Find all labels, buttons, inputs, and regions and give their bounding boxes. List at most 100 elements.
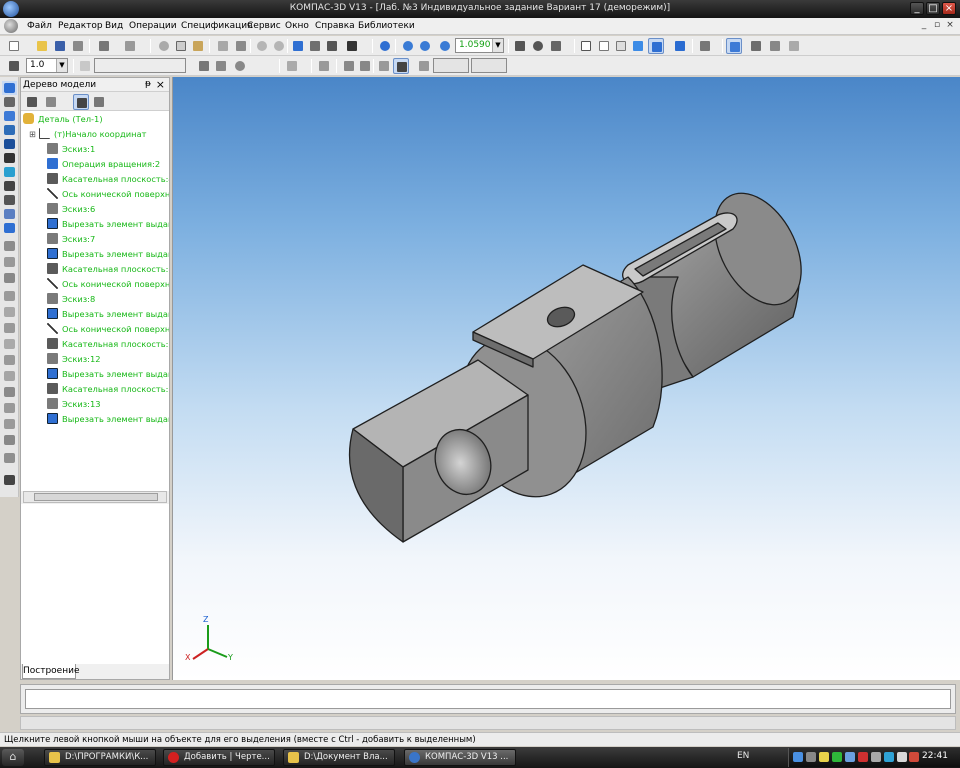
tray-icon[interactable] — [819, 752, 829, 762]
more-tools-icon[interactable] — [2, 473, 17, 487]
task-button[interactable]: D:\ПРОГРАМКИ\К... — [44, 749, 156, 766]
snap-icon[interactable] — [357, 58, 373, 74]
menu-operations[interactable]: Операции — [129, 21, 177, 31]
start-button[interactable]: ⌂ — [2, 749, 24, 766]
tree-item[interactable]: Касательная плоскость:8 — [47, 262, 169, 276]
spec-tool-icon[interactable] — [2, 193, 17, 207]
sketch-icon[interactable] — [2, 95, 17, 109]
tree-item[interactable]: Эскиз:13 — [47, 397, 101, 411]
new-document-icon[interactable] — [6, 38, 22, 54]
mirror-icon[interactable] — [2, 417, 17, 431]
rotate-icon[interactable] — [530, 38, 546, 54]
doc-minimize-button[interactable]: _ — [918, 20, 930, 32]
tree-item[interactable]: Ось конической поверхнос — [47, 187, 169, 201]
tree-root[interactable]: Деталь (Тел-1) — [23, 112, 103, 126]
cut-revolve-icon[interactable] — [2, 305, 17, 319]
shaded-edges-icon[interactable] — [648, 38, 664, 54]
tree-item[interactable]: Вырезать элемент выдав — [47, 367, 169, 381]
doc-close-button[interactable]: × — [944, 20, 956, 32]
zoom-dropdown-arrow[interactable]: ▼ — [492, 39, 503, 52]
property-panel-content[interactable] — [25, 689, 951, 709]
dimensions-icon[interactable] — [2, 151, 17, 165]
zoom-in-icon[interactable] — [400, 38, 416, 54]
paste-icon[interactable] — [190, 38, 206, 54]
tree-item[interactable]: Эскиз:12 — [47, 352, 101, 366]
menu-help[interactable]: Справка — [315, 21, 355, 31]
cursor-snap-icon[interactable] — [393, 58, 409, 74]
tree-item[interactable]: Эскиз:1 — [47, 142, 95, 156]
properties-icon[interactable] — [70, 38, 86, 54]
tree-item[interactable]: Вырезать элемент выдав — [47, 307, 169, 321]
menu-view[interactable]: Вид — [105, 21, 123, 31]
menu-specification[interactable]: Спецификация — [181, 21, 253, 31]
corner-icon[interactable] — [376, 58, 392, 74]
menu-libraries[interactable]: Библиотеки — [358, 21, 415, 31]
tree-item[interactable]: Вырезать элемент выдав — [47, 412, 169, 426]
menu-window[interactable]: Окно — [285, 21, 309, 31]
clipboard-icon[interactable] — [233, 38, 249, 54]
filter-icon[interactable] — [697, 38, 713, 54]
tray-icon[interactable] — [845, 752, 855, 762]
task-button[interactable]: Добавить | Черте... — [163, 749, 275, 766]
step-combo[interactable]: 1.0 ▼ — [26, 58, 68, 73]
orientation-icon[interactable] — [548, 38, 564, 54]
document-icon[interactable] — [4, 19, 18, 33]
wireframe-icon[interactable] — [578, 38, 594, 54]
task-button[interactable]: D:\Документ Вла... — [283, 749, 395, 766]
copy-icon[interactable] — [173, 38, 189, 54]
step-dropdown-arrow[interactable]: ▼ — [56, 59, 67, 72]
measure-icon[interactable] — [767, 38, 783, 54]
part-3d-model[interactable] — [173, 77, 960, 680]
draft-icon[interactable] — [2, 401, 17, 415]
tree-item[interactable]: Вырезать элемент выдав — [47, 217, 169, 231]
cut-extrude-icon[interactable] — [2, 289, 17, 303]
tray-icon[interactable] — [909, 752, 919, 762]
fillet-icon[interactable] — [2, 337, 17, 351]
help-pointer-icon[interactable] — [344, 38, 360, 54]
surfaces-icon[interactable] — [2, 137, 17, 151]
scrollbar-thumb[interactable] — [34, 493, 158, 501]
open-folder-icon[interactable] — [34, 38, 50, 54]
selection-filter-icon[interactable] — [2, 165, 17, 179]
tree-item[interactable]: Операция вращения:2 — [47, 157, 160, 171]
doc-restore-button[interactable]: ▫ — [931, 20, 943, 32]
tree-view-mode-icon[interactable] — [43, 94, 59, 110]
task-button[interactable]: КОМПАС-3D V13 ... — [404, 749, 516, 766]
clock[interactable]: 22:41 — [922, 751, 948, 761]
angle-icon[interactable] — [341, 58, 357, 74]
tree-item[interactable]: Эскиз:6 — [47, 202, 95, 216]
expand-icon[interactable]: ⊞ — [29, 129, 36, 139]
shell-icon[interactable] — [2, 369, 17, 383]
undo-icon[interactable] — [254, 38, 270, 54]
tree-item[interactable]: Эскиз:7 — [47, 232, 95, 246]
zoom-out-icon[interactable] — [417, 38, 433, 54]
sweep-icon[interactable] — [2, 271, 17, 285]
cut-icon[interactable] — [156, 38, 172, 54]
rib-icon[interactable] — [2, 385, 17, 399]
tree-item[interactable]: Ось конической поверхнос — [47, 277, 169, 291]
tree-display-icon[interactable] — [91, 94, 107, 110]
pan-icon[interactable] — [512, 38, 528, 54]
arrays-icon[interactable] — [2, 123, 17, 137]
parameters-icon[interactable] — [748, 38, 764, 54]
grid-icon[interactable] — [284, 58, 300, 74]
measure-tool-icon[interactable] — [2, 179, 17, 193]
coords-icon[interactable] — [416, 58, 432, 74]
grid-origin-icon[interactable] — [196, 58, 212, 74]
tray-icon[interactable] — [858, 752, 868, 762]
report-icon[interactable] — [786, 38, 802, 54]
manager-icon[interactable] — [290, 38, 306, 54]
sheet-metal-icon[interactable] — [2, 221, 17, 235]
volume-icon[interactable] — [897, 752, 907, 762]
tree-toggle-icon[interactable] — [726, 38, 742, 54]
tree-item[interactable]: ⊞ (т)Начало координат — [29, 127, 147, 141]
variables-icon[interactable] — [324, 38, 340, 54]
minimize-button[interactable]: _ — [910, 2, 924, 15]
zoom-scale-icon[interactable] — [437, 38, 453, 54]
network-icon[interactable] — [793, 752, 803, 762]
tree-item[interactable]: Касательная плоскость:4 — [47, 172, 169, 186]
menu-service[interactable]: Сервис — [247, 21, 281, 31]
tab-construction[interactable]: Построение — [22, 664, 80, 679]
redo-icon[interactable] — [271, 38, 287, 54]
tree-item[interactable]: Касательная плоскость:20 — [47, 337, 169, 351]
